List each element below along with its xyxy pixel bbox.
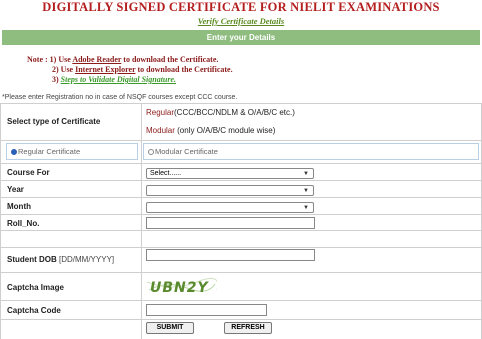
internet-explorer-link[interactable]: Internet Explorer xyxy=(75,65,135,74)
divider xyxy=(0,247,482,248)
month-select[interactable]: ▼ xyxy=(146,202,314,213)
month-label: Month xyxy=(7,202,31,211)
note-line-1: Note : 1) Use Adobe Reader to download t… xyxy=(27,55,219,64)
note-label: Note : xyxy=(27,55,48,64)
divider xyxy=(0,230,482,231)
dob-input[interactable] xyxy=(146,249,315,261)
note-line-3: 3) Steps to Validate Digital Signature. xyxy=(52,75,177,84)
roll-number-input[interactable] xyxy=(146,217,315,229)
captcha-image: UBN2Y xyxy=(147,276,217,296)
verify-certificate-link[interactable]: Verify Certificate Details xyxy=(0,16,482,27)
year-label: Year xyxy=(7,185,24,194)
validate-signature-link[interactable]: Steps to Validate Digital Signature. xyxy=(61,75,176,84)
year-select[interactable]: ▼ xyxy=(146,185,314,196)
page-title: DIGITALLY SIGNED CERTIFICATE FOR NIELIT … xyxy=(42,0,440,14)
divider xyxy=(0,103,482,104)
captcha-image-label: Captcha Image xyxy=(7,283,64,292)
divider xyxy=(0,319,482,320)
chevron-down-icon: ▼ xyxy=(303,171,309,177)
cert-type-label: Select type of Certificate xyxy=(7,117,101,126)
divider xyxy=(0,140,482,141)
dob-label: Student DOB [DD/MM/YYYY] xyxy=(7,255,115,264)
chevron-down-icon: ▼ xyxy=(303,188,309,194)
divider xyxy=(0,197,482,198)
refresh-button[interactable]: REFRESH xyxy=(224,322,272,334)
adobe-reader-link[interactable]: Adobe Reader xyxy=(72,55,121,64)
divider xyxy=(0,272,482,273)
modular-description: Modular (only O/A/B/C module wise) xyxy=(146,126,276,135)
column-divider xyxy=(0,103,1,339)
divider xyxy=(0,163,482,164)
roll-label: Roll_No. xyxy=(7,219,40,228)
divider xyxy=(0,180,482,181)
column-divider xyxy=(141,103,142,339)
radio-selected-icon xyxy=(11,149,17,155)
modular-certificate-radio[interactable]: Modular Certificate xyxy=(143,143,479,160)
course-select[interactable]: Select...... ▼ xyxy=(146,168,314,179)
regular-description: Regular(CCC/BCC/NDLM & O/A/B/C etc.) xyxy=(146,108,295,117)
note-line-2: 2) Use Internet Explorer to download the… xyxy=(52,65,233,74)
section-header: Enter your Details xyxy=(2,30,480,45)
submit-button[interactable]: SUBMIT xyxy=(146,322,194,334)
regular-certificate-radio[interactable]: Regular Certificate xyxy=(6,143,138,160)
captcha-code-input[interactable] xyxy=(146,304,267,316)
divider xyxy=(0,300,482,301)
nsqf-note: *Please enter Registration no in case of… xyxy=(2,94,238,101)
captcha-text: UBN2Y xyxy=(150,280,209,296)
radio-unselected-icon xyxy=(148,149,154,155)
captcha-code-label: Captcha Code xyxy=(7,306,61,315)
chevron-down-icon: ▼ xyxy=(303,205,309,211)
divider xyxy=(0,214,482,215)
course-label: Course For xyxy=(7,168,50,177)
